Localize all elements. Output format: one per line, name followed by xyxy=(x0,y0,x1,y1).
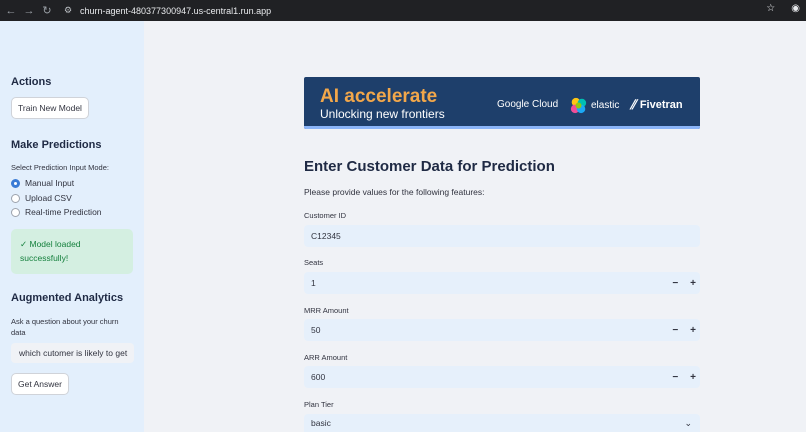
google-cloud-label: Google Cloud xyxy=(497,99,559,110)
question-label-continued: data xyxy=(11,328,26,337)
radio-manual-input[interactable]: Manual Input xyxy=(11,178,74,188)
elastic-icon xyxy=(570,97,587,114)
fivetran-icon: ⫽ xyxy=(630,97,636,112)
decrement-button[interactable]: − xyxy=(672,278,678,289)
arr-amount-value: 600 xyxy=(311,372,326,382)
increment-button[interactable]: + xyxy=(690,372,696,383)
radio-selected-icon xyxy=(11,178,20,188)
customer-id-input[interactable]: C12345 xyxy=(304,225,700,247)
seats-stepper: − + xyxy=(672,272,696,294)
sidebar: Actions Train New Model Make Predictions… xyxy=(0,21,144,432)
customer-id-value: C12345 xyxy=(311,231,341,241)
get-answer-button[interactable]: Get Answer xyxy=(11,373,69,395)
plan-tier-value: basic xyxy=(311,418,331,428)
ai-accelerate-banner: AI accelerate Unlocking new frontiers Go… xyxy=(304,77,700,129)
input-mode-label: Select Prediction Input Mode: xyxy=(11,163,109,172)
radio-realtime-prediction[interactable]: Real-time Prediction xyxy=(11,207,102,217)
seats-label: Seats xyxy=(304,258,324,267)
reload-icon[interactable]: ↻ xyxy=(40,4,54,18)
question-label: Ask a question about your churn xyxy=(11,317,119,326)
forward-icon[interactable]: → xyxy=(22,4,36,18)
banner-underline xyxy=(304,126,700,129)
bookmark-star-icon[interactable]: ☆ xyxy=(766,3,775,14)
train-new-model-button[interactable]: Train New Model xyxy=(11,97,89,119)
decrement-button[interactable]: − xyxy=(672,325,678,336)
fivetran-logo: ⫽ Fivetran xyxy=(630,97,683,113)
browser-toolbar: ← → ↻ ⚙ churn-agent-480377300947.us-cent… xyxy=(0,0,806,21)
plan-tier-label: Plan Tier xyxy=(304,400,334,409)
actions-heading: Actions xyxy=(11,76,52,88)
seats-value: 1 xyxy=(311,278,316,288)
radio-upload-csv[interactable]: Upload CSV xyxy=(11,193,72,203)
google-cloud-logo: Google Cloud xyxy=(497,99,558,110)
alert-line: successfully! xyxy=(20,253,69,263)
increment-button[interactable]: + xyxy=(690,278,696,289)
plan-tier-select[interactable]: basic ⌄ xyxy=(304,414,700,432)
profile-icon[interactable]: ◉ xyxy=(791,3,800,14)
banner-subtitle: Unlocking new frontiers xyxy=(320,107,445,121)
augmented-analytics-heading: Augmented Analytics xyxy=(11,292,124,304)
seats-input[interactable]: 1 − + xyxy=(304,272,700,294)
arr-amount-input[interactable]: 600 − + xyxy=(304,366,700,388)
question-input[interactable]: which cutomer is likely to get xyxy=(11,343,134,363)
mrr-amount-label: MRR Amount xyxy=(304,306,349,315)
back-icon[interactable]: ← xyxy=(4,4,18,18)
banner-title: AI accelerate xyxy=(320,86,438,107)
radio-label: Real-time Prediction xyxy=(25,207,102,217)
arr-stepper: − + xyxy=(672,366,696,388)
increment-button[interactable]: + xyxy=(690,325,696,336)
address-bar[interactable]: churn-agent-480377300947.us-central1.run… xyxy=(80,6,271,16)
mrr-amount-input[interactable]: 50 − + xyxy=(304,319,700,341)
radio-unselected-icon xyxy=(11,207,20,217)
chevron-down-icon: ⌄ xyxy=(684,418,692,428)
alert-line: ✓ Model loaded xyxy=(20,239,81,249)
arr-amount-label: ARR Amount xyxy=(304,353,348,362)
fivetran-label: Fivetran xyxy=(639,99,683,111)
decrement-button[interactable]: − xyxy=(672,372,678,383)
make-predictions-heading: Make Predictions xyxy=(11,139,102,151)
intro-text: Please provide values for the following … xyxy=(304,187,485,197)
radio-label: Upload CSV xyxy=(25,193,72,203)
model-loaded-alert: ✓ Model loaded successfully! xyxy=(11,229,133,274)
customer-id-label: Customer ID xyxy=(304,211,347,220)
radio-unselected-icon xyxy=(11,193,20,203)
page-title: Enter Customer Data for Prediction xyxy=(304,158,555,175)
mrr-stepper: − + xyxy=(672,319,696,341)
elastic-label: elastic xyxy=(591,100,620,111)
radio-label: Manual Input xyxy=(25,178,75,188)
elastic-logo: elastic xyxy=(570,97,619,114)
mrr-amount-value: 50 xyxy=(311,325,321,335)
site-info-icon[interactable]: ⚙ xyxy=(62,5,74,17)
